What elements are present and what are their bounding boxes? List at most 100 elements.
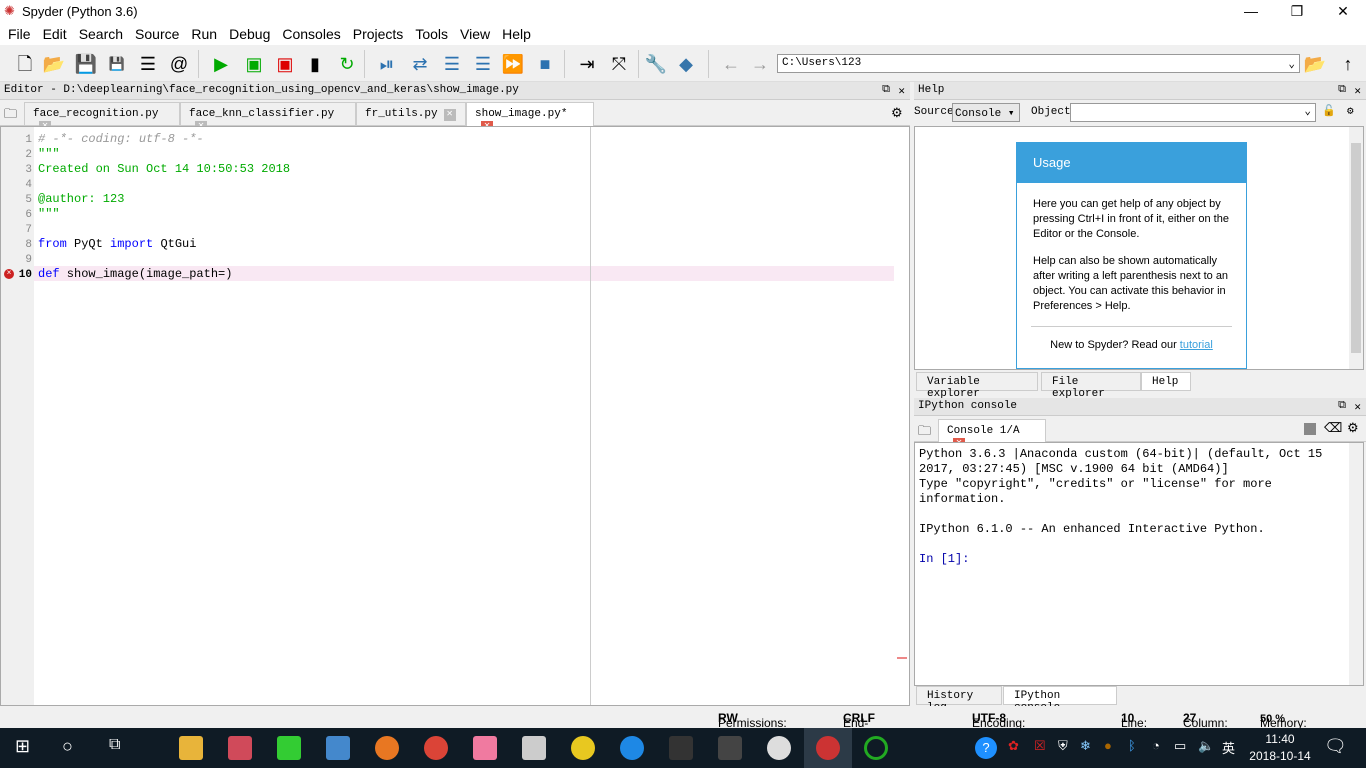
- gear-icon[interactable]: ⚙: [1347, 420, 1359, 436]
- outline-icon[interactable]: ☰: [136, 52, 160, 76]
- maximize-button[interactable]: ❐: [1274, 0, 1320, 22]
- run-icon[interactable]: ▶: [209, 52, 233, 76]
- notification-icon[interactable]: 🗨: [1324, 736, 1347, 757]
- save-icon[interactable]: 💾: [74, 52, 98, 76]
- terminal-2-icon[interactable]: [718, 736, 742, 760]
- save-all-icon[interactable]: 💾: [105, 52, 129, 76]
- browse-tabs-icon[interactable]: 🗀: [4, 105, 17, 127]
- eraser-icon[interactable]: ⌫: [1324, 420, 1342, 436]
- app-green-icon[interactable]: [277, 736, 301, 760]
- bluetooth-icon[interactable]: ᛒ: [1128, 738, 1136, 753]
- working-directory-combo[interactable]: C:\Users\123 ⌄: [777, 54, 1300, 73]
- jupyter-icon[interactable]: [375, 736, 399, 760]
- help-tray-icon[interactable]: ?: [975, 737, 997, 759]
- code-editor[interactable]: 1 2 3 4 5 6 7 8 9 × 10 # -*- coding: utf-8 -*- """ C…: [0, 126, 910, 706]
- tab-fr-utils[interactable]: fr_utils.py ✕: [356, 102, 466, 126]
- menu-edit[interactable]: Edit: [35, 22, 71, 42]
- tab-variable-explorer[interactable]: Variable explorer: [916, 372, 1038, 400]
- tutorial-link[interactable]: tutorial: [1180, 339, 1213, 351]
- step-into-icon[interactable]: ☰: [440, 52, 464, 76]
- browse-tabs-icon[interactable]: 🗀: [918, 422, 931, 444]
- tray-icon[interactable]: ✿: [1008, 738, 1019, 754]
- help-scrollbar[interactable]: [1349, 127, 1363, 369]
- menu-file[interactable]: File: [0, 22, 35, 42]
- tray-app-icon[interactable]: ●: [1104, 738, 1112, 753]
- source-select[interactable]: Console ▾: [952, 103, 1020, 122]
- defender-icon[interactable]: ⛨: [1058, 738, 1068, 754]
- gear-icon[interactable]: ⚙: [1347, 104, 1354, 118]
- rerun-icon[interactable]: ↻: [335, 52, 359, 76]
- tab-face-recognition[interactable]: face_recognition.py✕: [24, 102, 180, 133]
- menu-help[interactable]: Help: [494, 22, 535, 42]
- tab-ipython-console[interactable]: IPython console: [1003, 686, 1117, 714]
- close-tab-icon[interactable]: ✕: [443, 109, 456, 121]
- tab-help[interactable]: Help: [1141, 372, 1191, 391]
- continue-icon[interactable]: ⏩: [501, 52, 525, 76]
- app-yellow-icon[interactable]: [571, 736, 595, 760]
- step-icon[interactable]: ⇄: [408, 52, 432, 76]
- bilibili-icon[interactable]: [473, 736, 497, 760]
- stop-icon[interactable]: [1304, 423, 1316, 435]
- file-explorer-icon[interactable]: [179, 736, 203, 760]
- chrome-icon[interactable]: [424, 736, 448, 760]
- stop-debug-icon[interactable]: ■: [533, 52, 557, 76]
- run-cell-advance-icon[interactable]: ▣: [273, 52, 297, 76]
- menu-debug[interactable]: Debug: [221, 22, 274, 42]
- minimize-button[interactable]: —: [1228, 0, 1274, 22]
- windows-start-icon[interactable]: ⊞: [15, 736, 30, 757]
- run-selection-icon[interactable]: ▮: [303, 52, 327, 76]
- menu-run[interactable]: Run: [183, 22, 221, 42]
- maximize-pane-icon[interactable]: ⇥: [575, 52, 599, 76]
- menu-search[interactable]: Search: [71, 22, 127, 42]
- forward-arrow-icon[interactable]: →: [748, 52, 772, 76]
- undock-icon[interactable]: ⧉: [1338, 400, 1346, 412]
- network-error-icon[interactable]: ☒: [1034, 738, 1046, 754]
- calculator-icon[interactable]: [522, 736, 546, 760]
- console-scrollbar[interactable]: [1349, 443, 1363, 685]
- menu-source[interactable]: Source: [127, 22, 183, 42]
- new-file-icon[interactable]: 🗋: [13, 52, 37, 76]
- run-cell-icon[interactable]: ▣: [242, 52, 266, 76]
- open-file-icon[interactable]: 📂: [42, 52, 66, 76]
- lock-icon[interactable]: 🔓: [1322, 104, 1336, 118]
- browse-folder-icon[interactable]: 📂: [1303, 52, 1327, 76]
- app-icon[interactable]: [228, 736, 252, 760]
- tab-show-image[interactable]: show_image.py*✕: [466, 102, 594, 133]
- terminal-icon[interactable]: [669, 736, 693, 760]
- fullscreen-icon[interactable]: ⤧: [607, 52, 631, 76]
- gear-icon[interactable]: ⚙: [891, 105, 903, 121]
- ime-indicator[interactable]: 英: [1222, 738, 1235, 757]
- undock-icon[interactable]: ⧉: [882, 84, 890, 96]
- preferences-wrench-icon[interactable]: 🔧: [644, 52, 668, 76]
- at-icon[interactable]: @: [167, 52, 191, 76]
- debug-icon[interactable]: ⏯: [375, 52, 399, 76]
- spyder-taskbar-active[interactable]: [804, 728, 852, 768]
- menu-projects[interactable]: Projects: [345, 22, 408, 42]
- step-return-icon[interactable]: ☰: [471, 52, 495, 76]
- app-blue-icon[interactable]: [326, 736, 350, 760]
- close-pane-icon[interactable]: ✕: [898, 84, 905, 98]
- menu-tools[interactable]: Tools: [407, 22, 452, 42]
- python-path-icon[interactable]: ◆: [674, 52, 698, 76]
- undock-icon[interactable]: ⧉: [1338, 84, 1346, 96]
- tab-file-explorer[interactable]: File explorer: [1041, 372, 1141, 400]
- tab-history-log[interactable]: History log: [916, 686, 1002, 714]
- tab-face-knn-classifier[interactable]: face_knn_classifier.py✕: [180, 102, 356, 133]
- close-button[interactable]: ✕: [1320, 0, 1366, 22]
- menu-consoles[interactable]: Consoles: [274, 22, 344, 42]
- ipython-console[interactable]: Python 3.6.3 |Anaconda custom (64-bit)| …: [914, 442, 1364, 686]
- snowflake-icon[interactable]: ❄: [1080, 738, 1091, 754]
- edge-icon[interactable]: [620, 736, 644, 760]
- battery-icon[interactable]: ▭: [1174, 738, 1186, 754]
- clock[interactable]: 11:40 2018-10-14: [1240, 731, 1320, 765]
- error-icon[interactable]: ×: [4, 269, 14, 279]
- task-view-icon[interactable]: ⧉: [109, 736, 120, 754]
- parent-dir-arrow-icon[interactable]: ↑: [1336, 52, 1360, 76]
- menu-view[interactable]: View: [452, 22, 494, 42]
- object-input[interactable]: ⌄: [1070, 103, 1316, 122]
- volume-icon[interactable]: 🔈: [1198, 738, 1214, 754]
- close-pane-icon[interactable]: ✕: [1354, 400, 1361, 414]
- tab-console-1a[interactable]: Console 1/A✕: [938, 419, 1046, 450]
- app-webcam-icon[interactable]: [767, 736, 791, 760]
- wifi-icon[interactable]: ◔: [1152, 738, 1160, 753]
